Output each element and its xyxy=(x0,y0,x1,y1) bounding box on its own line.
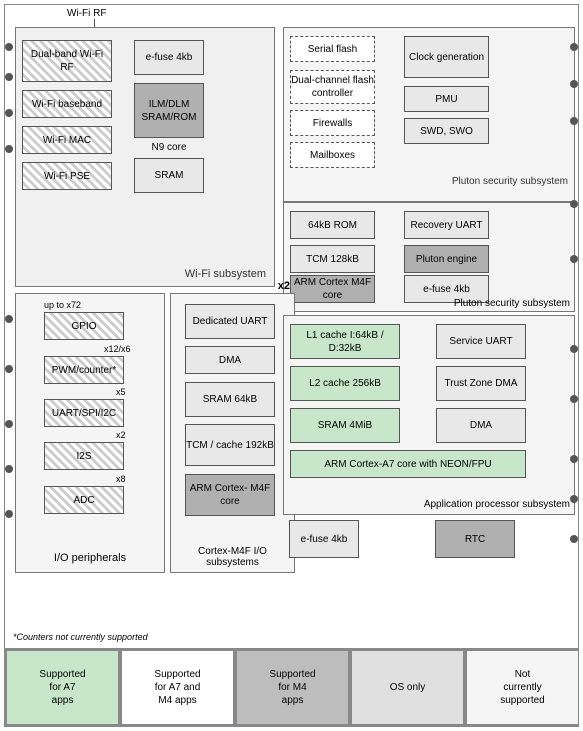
wifi-pse-block: Wi-Fi PSE xyxy=(22,162,112,190)
top-right-container: Serial flash Clock generation Dual-chann… xyxy=(283,27,575,202)
app-processor-label: Application processor subsystem xyxy=(424,499,570,510)
arm-cortex-a7-block: ARM Cortex-A7 core with NEON/FPU xyxy=(290,450,526,478)
adc-block: ADC xyxy=(44,486,124,514)
main-container: Wi-Fi RF Wi-Fi subsystem Dual-band Wi-Fi… xyxy=(0,0,583,731)
trust-zone-dma-block: Trust Zone DMA xyxy=(436,366,526,401)
dma-app-block: DMA xyxy=(436,408,526,443)
connector-dot-7 xyxy=(5,420,13,428)
connector-dot-r5 xyxy=(570,255,578,263)
connector-dot-r10 xyxy=(570,535,578,543)
x2-io-label: x2 xyxy=(116,430,126,440)
sram-64kb-block: SRAM 64kB xyxy=(185,382,275,417)
swd-swo-block: SWD, SWO xyxy=(404,118,489,144)
rtc-area: RTC xyxy=(435,520,575,562)
l1-cache-block: L1 cache I:64kB / D:32kB xyxy=(290,324,400,359)
counters-note: *Counters not currently supported xyxy=(13,632,148,642)
legend-a7-apps: Supported for A7 apps xyxy=(5,649,120,726)
firewalls-block: Firewalls xyxy=(290,110,375,136)
wifi-subsystem-container: Wi-Fi subsystem Dual-band Wi-Fi RF Wi-Fi… xyxy=(15,27,275,287)
connector-dot-r7 xyxy=(570,395,578,403)
up-to-x72-label: up to x72 xyxy=(44,300,81,310)
serial-flash-block: Serial flash xyxy=(290,36,375,62)
legend-not-supported: Not currently supported xyxy=(465,649,578,726)
arm-m4f-pluton-block: ARM Cortex M4F core xyxy=(290,275,375,303)
sram-4mib-block: SRAM 4MiB xyxy=(290,408,400,443)
x5-label: x5 xyxy=(116,387,126,397)
diagram-area: Wi-Fi RF Wi-Fi subsystem Dual-band Wi-Fi… xyxy=(4,4,579,649)
uart-spi-i2c-block: UART/SPI/I2C xyxy=(44,399,124,427)
x12-x6-label: x12/x6 xyxy=(104,344,131,354)
i2s-block: I2S xyxy=(44,442,124,470)
l2-cache-block: L2 cache 256kB xyxy=(290,366,400,401)
sram-wifi-block: SRAM xyxy=(134,158,204,193)
gpio-block: GPIO xyxy=(44,312,124,340)
connector-dot-3 xyxy=(5,109,13,117)
connector-dot-2 xyxy=(5,73,13,81)
tcm-128kb-block: TCM 128kB xyxy=(290,245,375,273)
x2-label: x2 xyxy=(278,280,290,292)
arm-m4f-io-block: ARM Cortex- M4F core xyxy=(185,474,275,516)
wifi-rf-label: Wi-Fi RF xyxy=(67,8,106,19)
dedicated-uart-block: Dedicated UART xyxy=(185,304,275,339)
legend: Supported for A7 apps Supported for A7 a… xyxy=(4,649,579,727)
app-processor-container: L1 cache I:64kB / D:32kB Service UART L2… xyxy=(283,315,575,515)
tcm-cache-block: TCM / cache 192kB xyxy=(185,424,275,466)
rtc-block: RTC xyxy=(435,520,515,558)
efuse-app-area: e-fuse 4kb xyxy=(283,520,423,562)
dual-band-block: Dual-band Wi-Fi RF xyxy=(22,40,112,82)
legend-os-only: OS only xyxy=(350,649,465,726)
wifi-subsystem-label: Wi-Fi subsystem xyxy=(185,268,266,280)
legend-a7-m4-apps: Supported for A7 and M4 apps xyxy=(120,649,235,726)
pmu-block: PMU xyxy=(404,86,489,112)
pluton-subsystem-label: Pluton security subsystem xyxy=(454,298,570,309)
pluton-engine-block: Pluton engine xyxy=(404,245,489,273)
connector-dot-6 xyxy=(5,365,13,373)
wifi-mac-block: Wi-Fi MAC xyxy=(22,126,112,154)
wifi-baseband-block: Wi-Fi baseband xyxy=(22,90,112,118)
connector-dot-r1 xyxy=(570,43,578,51)
mailboxes-block: Mailboxes xyxy=(290,142,375,168)
pluton-label: Pluton security subsystem xyxy=(290,176,568,186)
connector-dot-5 xyxy=(5,315,13,323)
recovery-uart-block: Recovery UART xyxy=(404,211,489,239)
legend-m4-apps: Supported for M4 apps xyxy=(235,649,350,726)
connector-dot-r6 xyxy=(570,345,578,353)
connector-dot-8 xyxy=(5,465,13,473)
pluton-container: 64kB ROM TCM 128kB ARM Cortex M4F core R… xyxy=(283,202,575,312)
service-uart-block: Service UART xyxy=(436,324,526,359)
rom-64kb-block: 64kB ROM xyxy=(290,211,375,239)
connector-dot-4 xyxy=(5,145,13,153)
clock-gen-block: Clock generation xyxy=(404,36,489,78)
connector-dot-r9 xyxy=(570,495,578,503)
x8-label: x8 xyxy=(116,474,126,484)
connector-dot-r4 xyxy=(570,200,578,208)
dual-channel-block: Dual-channel flash controller xyxy=(290,70,375,104)
dma-cortex-block: DMA xyxy=(185,346,275,374)
connector-dot-r3 xyxy=(570,117,578,125)
connector-dot-9 xyxy=(5,510,13,518)
connector-dot-r8 xyxy=(570,455,578,463)
connector-dot-1 xyxy=(5,43,13,51)
cortex-m4f-label: Cortex-M4F I/O subsystems xyxy=(171,546,294,568)
connector-dot-r2 xyxy=(570,80,578,88)
efuse-app-block: e-fuse 4kb xyxy=(289,520,359,558)
io-peripherals-container: up to x72 GPIO x12/x6 PWM/counter* x5 UA… xyxy=(15,293,165,573)
ilm-dlm-block: ILM/DLM SRAM/ROM xyxy=(134,83,204,138)
io-peripherals-label: I/O peripherals xyxy=(16,552,164,564)
pwm-block: PWM/counter* xyxy=(44,356,124,384)
n9-core-label: N9 core xyxy=(134,142,204,153)
cortex-m4f-container: x2 Dedicated UART DMA SRAM 64kB TCM / ca… xyxy=(170,293,295,573)
efuse-wifi-block: e-fuse 4kb xyxy=(134,40,204,75)
